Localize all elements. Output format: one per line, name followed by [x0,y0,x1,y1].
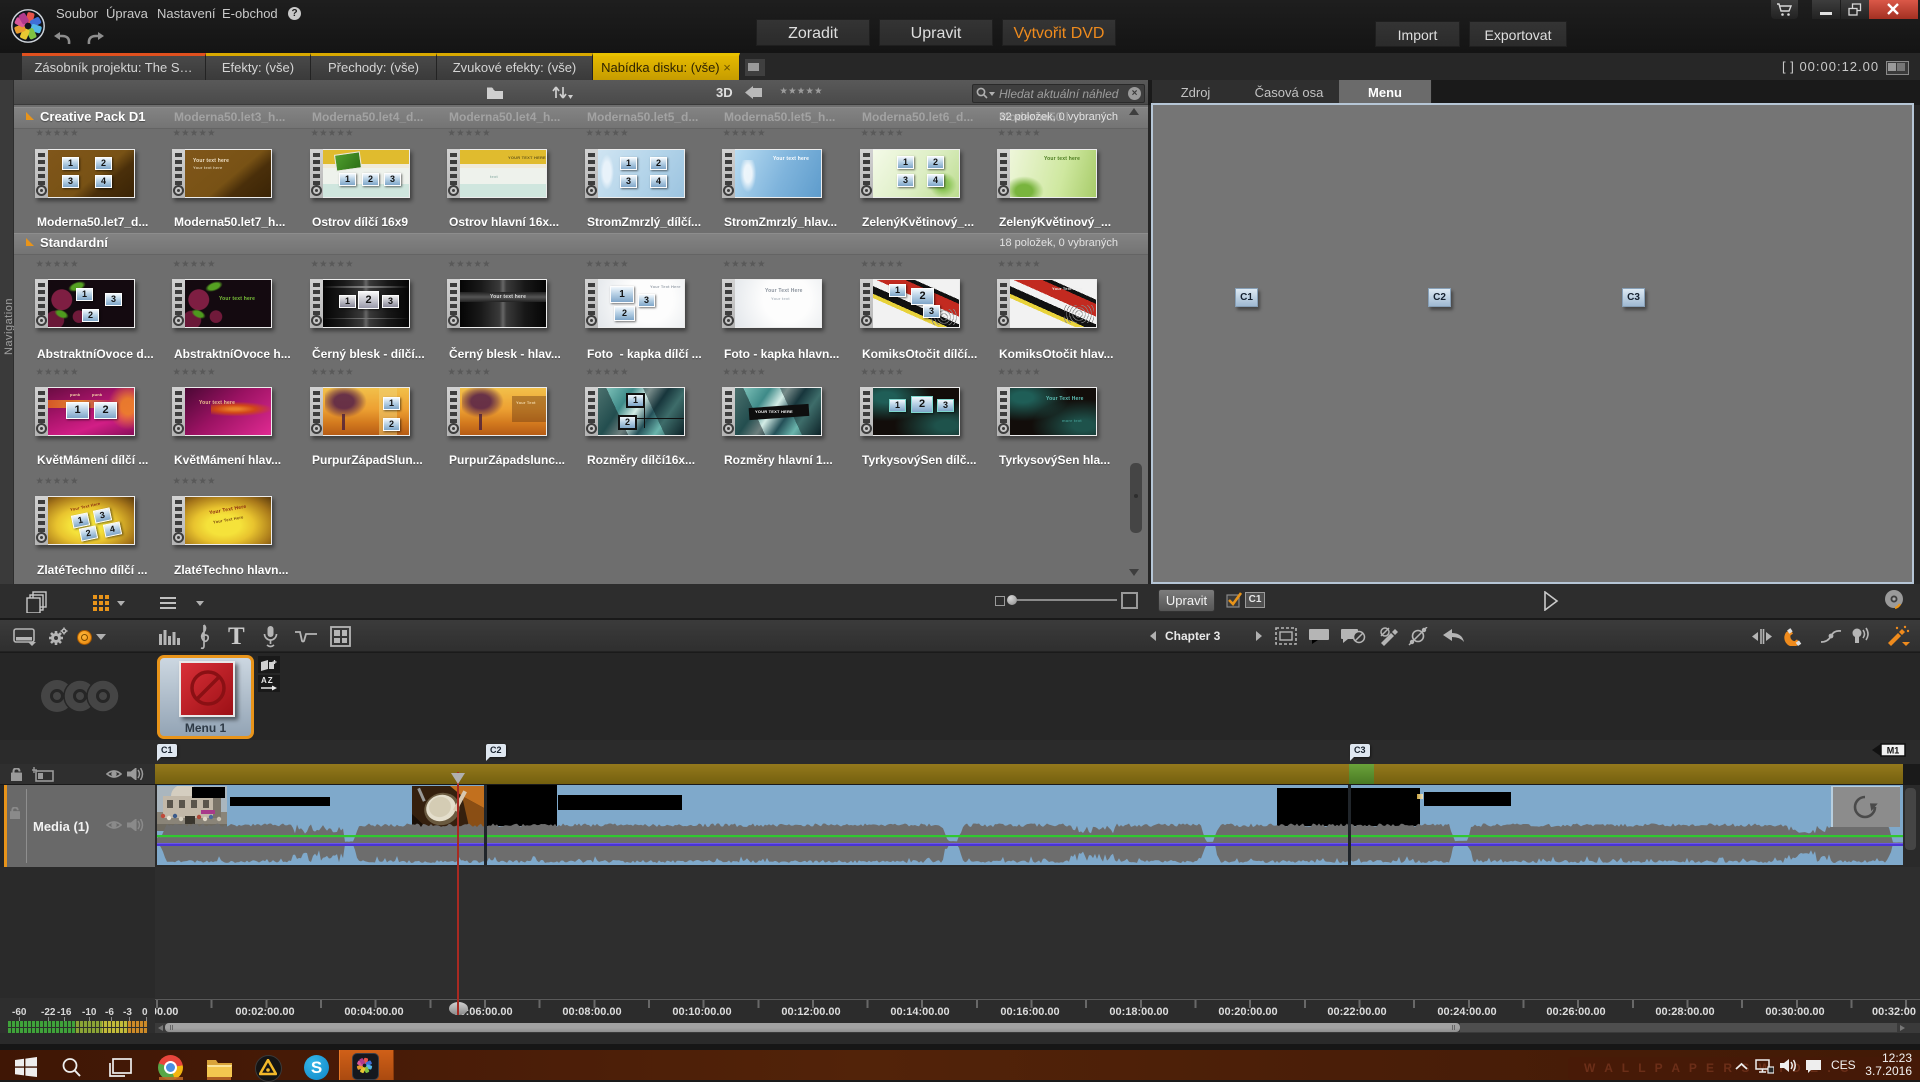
svg-text:M1: M1 [1887,746,1900,756]
